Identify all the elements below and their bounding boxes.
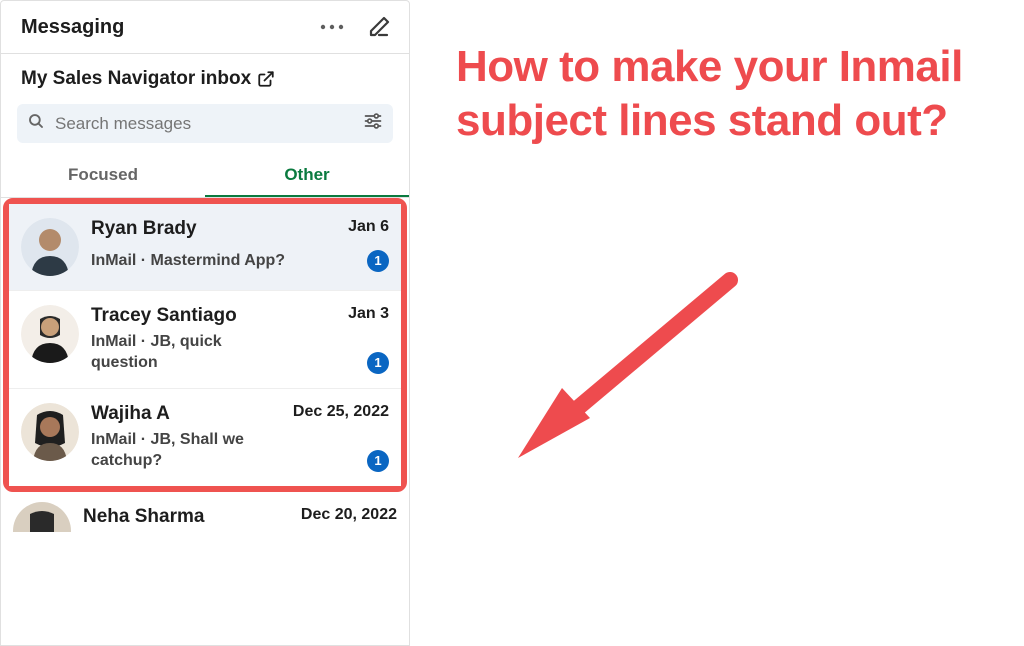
panel-title: Messaging (21, 16, 124, 39)
search-container[interactable] (17, 104, 393, 143)
search-icon (27, 112, 45, 135)
message-preview: InMail · JB, quick question (91, 331, 291, 374)
subheader[interactable]: My Sales Navigator inbox (1, 54, 409, 100)
avatar (21, 305, 79, 363)
search-bar (1, 100, 409, 149)
panel-header: Messaging (1, 1, 409, 54)
message-date: Dec 20, 2022 (301, 506, 397, 529)
annotation-area: How to make your Inmail subject lines st… (410, 0, 1024, 646)
sender-name: Ryan Brady (91, 218, 197, 241)
message-item[interactable]: Tracey Santiago Jan 3 InMail · JB, quick… (9, 291, 401, 389)
inbox-link[interactable]: My Sales Navigator inbox (21, 68, 275, 90)
arrow-icon (500, 260, 760, 485)
more-icon[interactable] (319, 23, 345, 31)
avatar (21, 218, 79, 276)
message-preview: InMail · Mastermind App? (91, 250, 285, 272)
tab-other[interactable]: Other (205, 157, 409, 197)
external-link-icon (257, 70, 275, 88)
unread-badge: 1 (367, 250, 389, 272)
header-actions (319, 15, 391, 39)
inbox-link-label: My Sales Navigator inbox (21, 68, 251, 90)
sender-name: Neha Sharma (83, 506, 204, 529)
sender-name: Wajiha A (91, 403, 170, 426)
filter-icon[interactable] (363, 112, 383, 135)
message-date: Dec 25, 2022 (293, 403, 389, 421)
unread-badge: 1 (367, 352, 389, 374)
unread-badge: 1 (367, 450, 389, 472)
message-date: Jan 6 (348, 218, 389, 236)
annotation-headline: How to make your Inmail subject lines st… (456, 40, 1004, 147)
avatar (21, 403, 79, 461)
message-item[interactable]: Ryan Brady Jan 6 InMail · Mastermind App… (9, 204, 401, 291)
avatar (13, 502, 71, 532)
compose-icon[interactable] (367, 15, 391, 39)
sender-name: Tracey Santiago (91, 305, 237, 328)
tab-focused[interactable]: Focused (1, 157, 205, 197)
messaging-panel: Messaging My Sales Navigator inbox (0, 0, 410, 646)
tabs: Focused Other (1, 149, 409, 198)
message-item[interactable]: Neha Sharma Dec 20, 2022 (1, 492, 409, 532)
message-preview: InMail · JB, Shall we catchup? (91, 429, 291, 472)
message-date: Jan 3 (348, 305, 389, 323)
message-item[interactable]: Wajiha A Dec 25, 2022 InMail · JB, Shall… (9, 389, 401, 486)
search-input[interactable] (55, 114, 353, 134)
message-list: Ryan Brady Jan 6 InMail · Mastermind App… (1, 198, 409, 645)
annotation-highlight: Ryan Brady Jan 6 InMail · Mastermind App… (3, 198, 407, 492)
